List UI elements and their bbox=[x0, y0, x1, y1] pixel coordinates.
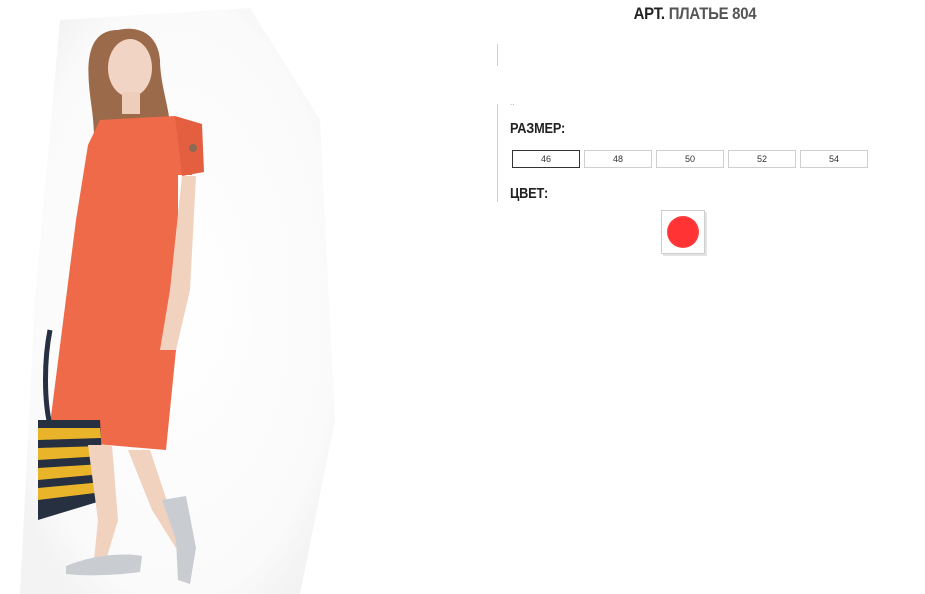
product-title: АРТ. ПЛАТЬЕ 804 bbox=[594, 4, 796, 24]
size-option-50[interactable]: 50 bbox=[656, 150, 724, 168]
size-option-48[interactable]: 48 bbox=[584, 150, 652, 168]
divider bbox=[497, 44, 498, 66]
product-name: ПЛАТЬЕ 804 bbox=[668, 4, 757, 23]
color-swatch-fill bbox=[667, 216, 699, 248]
divider bbox=[497, 104, 498, 202]
size-option-46[interactable]: 46 bbox=[512, 150, 580, 168]
product-photo bbox=[0, 0, 340, 594]
size-option-54[interactable]: 54 bbox=[800, 150, 868, 168]
size-label: РАЗМЕР: bbox=[510, 120, 566, 137]
model-illustration bbox=[20, 8, 335, 594]
color-swatch[interactable] bbox=[661, 210, 705, 254]
size-option-52[interactable]: 52 bbox=[728, 150, 796, 168]
size-selector: 46 48 50 52 54 bbox=[512, 150, 868, 168]
color-label: ЦВЕТ: bbox=[510, 185, 549, 202]
article-label: АРТ. bbox=[633, 4, 665, 23]
dot-text: .. bbox=[510, 98, 515, 107]
